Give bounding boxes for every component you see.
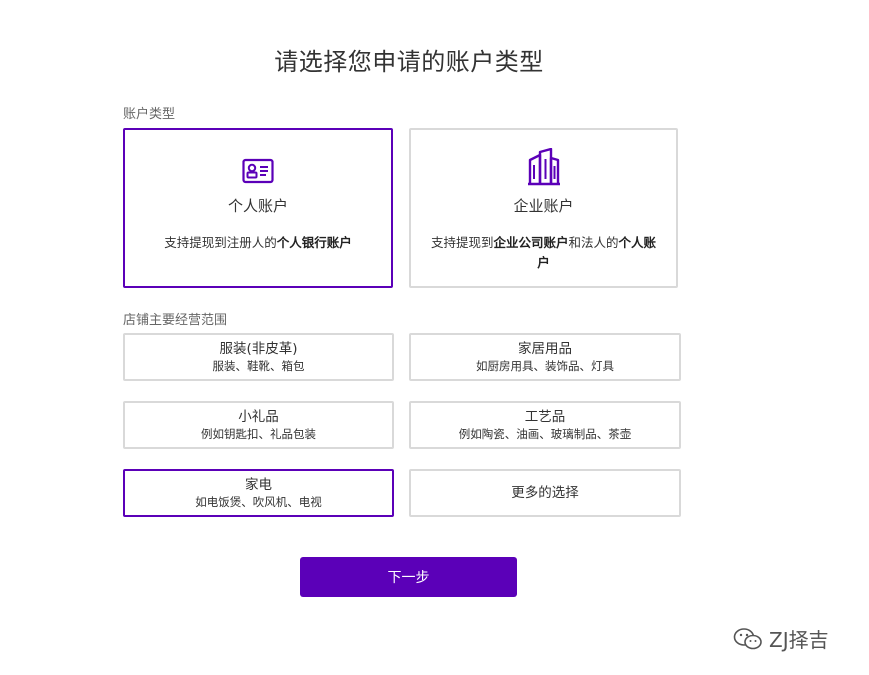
- category-name: 工艺品: [524, 409, 566, 425]
- category-sub: 例如钥匙扣、礼品包装: [201, 427, 316, 441]
- personal-account-desc: 支持提现到注册人的个人银行账户: [164, 235, 352, 250]
- category-name: 更多的选择: [511, 485, 579, 501]
- next-button[interactable]: 下一步: [300, 557, 517, 597]
- enterprise-account-desc: 支持提现到企业公司账户和法人的个人账户: [430, 235, 657, 270]
- category-sub: 如电饭煲、吹风机、电视: [195, 495, 322, 509]
- category-more-options[interactable]: 更多的选择: [409, 469, 681, 517]
- wechat-icon: [733, 627, 762, 649]
- category-name: 服装(非皮革): [219, 341, 298, 357]
- category-home-goods[interactable]: 家居用品 如厨房用具、装饰品、灯具: [409, 333, 681, 381]
- category-crafts[interactable]: 工艺品 例如陶瓷、油画、玻璃制品、茶壶: [409, 401, 681, 449]
- category-clothing[interactable]: 服装(非皮革) 服装、鞋靴、箱包: [123, 333, 394, 381]
- category-sub: 如厨房用具、装饰品、灯具: [476, 359, 614, 373]
- page-title: 请选择您申请的账户类型: [274, 48, 544, 76]
- category-name: 小礼品: [238, 409, 279, 425]
- watermark: ZJ择吉: [733, 624, 829, 653]
- account-type-label: 账户类型: [123, 107, 176, 122]
- enterprise-account-name: 企业账户: [513, 197, 574, 215]
- building-icon: [527, 147, 561, 190]
- category-name: 家电: [245, 477, 272, 493]
- category-gifts[interactable]: 小礼品 例如钥匙扣、礼品包装: [123, 401, 394, 449]
- personal-account-name: 个人账户: [227, 197, 288, 215]
- category-sub: 服装、鞋靴、箱包: [212, 359, 305, 373]
- enterprise-account-card[interactable]: 企业账户 支持提现到企业公司账户和法人的个人账户: [409, 128, 678, 288]
- id-card-icon: [242, 158, 274, 188]
- business-scope-label: 店铺主要经营范围: [123, 313, 228, 328]
- personal-account-card[interactable]: 个人账户 支持提现到注册人的个人银行账户: [123, 128, 393, 288]
- watermark-text: ZJ择吉: [769, 628, 829, 652]
- category-name: 家居用品: [518, 341, 572, 357]
- category-appliances[interactable]: 家电 如电饭煲、吹风机、电视: [123, 469, 394, 517]
- category-sub: 例如陶瓷、油画、玻璃制品、茶壶: [458, 427, 632, 441]
